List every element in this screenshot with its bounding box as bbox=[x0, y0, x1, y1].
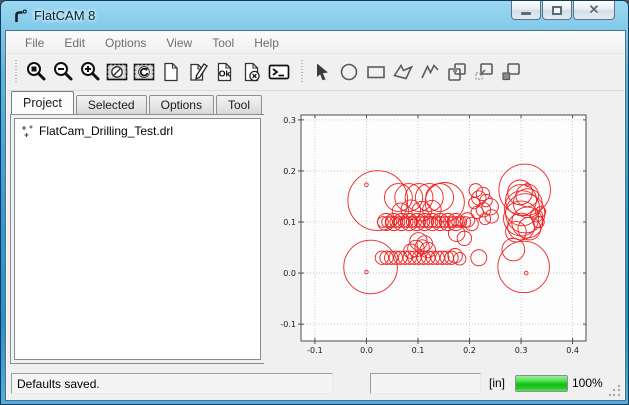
draw-rectangle-button[interactable] bbox=[362, 59, 389, 86]
draw-rectangle-icon bbox=[364, 60, 388, 84]
open-edit-icon bbox=[186, 60, 210, 84]
ok-button[interactable]: Ok bbox=[211, 59, 238, 86]
toolbar-drag-handle[interactable] bbox=[14, 60, 17, 84]
menu-view[interactable]: View bbox=[156, 33, 202, 53]
menu-edit[interactable]: Edit bbox=[54, 33, 95, 53]
status-message: Defaults saved. bbox=[17, 377, 100, 391]
copy-objects-icon bbox=[499, 60, 523, 84]
svg-text:0.2: 0.2 bbox=[283, 167, 296, 176]
select-arrow-icon bbox=[310, 60, 334, 84]
statusbar: Defaults saved. [in] 100% bbox=[7, 370, 624, 400]
svg-text:-0.1: -0.1 bbox=[307, 346, 323, 355]
shell-icon bbox=[267, 60, 291, 84]
svg-text:0.0: 0.0 bbox=[360, 346, 373, 355]
svg-text:-0.1: -0.1 bbox=[280, 320, 296, 329]
move-copy-button[interactable] bbox=[470, 59, 497, 86]
tab-project[interactable]: Project bbox=[11, 91, 74, 114]
tab-tool[interactable]: Tool bbox=[216, 95, 262, 114]
tree-item-label: FlatCam_Drilling_Test.drl bbox=[39, 124, 173, 138]
maximize-icon bbox=[552, 6, 562, 15]
draw-circle-button[interactable] bbox=[335, 59, 362, 86]
minimize-icon bbox=[521, 12, 531, 15]
menu-file[interactable]: File bbox=[15, 33, 54, 53]
window-title: FlatCAM 8 bbox=[34, 8, 95, 23]
draw-path-icon bbox=[418, 60, 442, 84]
open-edit-button[interactable] bbox=[184, 59, 211, 86]
svg-text:0.2: 0.2 bbox=[463, 346, 476, 355]
svg-text:0.3: 0.3 bbox=[283, 116, 296, 125]
select-arrow-button[interactable] bbox=[308, 59, 335, 86]
zoom-fit-button[interactable] bbox=[22, 59, 49, 86]
status-message-box: Defaults saved. bbox=[11, 373, 333, 394]
svg-text:0.1: 0.1 bbox=[412, 346, 425, 355]
minimize-button[interactable] bbox=[511, 1, 541, 20]
draw-path-button[interactable] bbox=[416, 59, 443, 86]
menu-tool[interactable]: Tool bbox=[202, 33, 244, 53]
svg-text:0.4: 0.4 bbox=[566, 346, 579, 355]
drill-marks-icon bbox=[21, 125, 34, 138]
delete-object-icon bbox=[240, 60, 264, 84]
flatcam-window: FlatCAM 8 ✕ File Edit Options View Tool … bbox=[0, 0, 629, 405]
status-aux-box bbox=[370, 373, 481, 394]
union-icon bbox=[445, 60, 469, 84]
move-copy-icon bbox=[472, 60, 496, 84]
zoom-out-button[interactable] bbox=[49, 59, 76, 86]
svg-text:0.0: 0.0 bbox=[283, 269, 296, 278]
shell-button[interactable] bbox=[265, 59, 292, 86]
svg-text:Ok: Ok bbox=[218, 69, 230, 79]
menubar: File Edit Options View Tool Help bbox=[7, 32, 624, 54]
plot-panel: -0.1 0.0 0.1 0.2 0.3 0.4 -0.1 0.0 0.1 0.2 0.3 bbox=[264, 93, 614, 369]
delete-object-button[interactable] bbox=[238, 59, 265, 86]
draw-circle-icon bbox=[337, 60, 361, 84]
tab-selected[interactable]: Selected bbox=[76, 95, 147, 114]
new-file-button[interactable] bbox=[157, 59, 184, 86]
menu-options[interactable]: Options bbox=[95, 33, 156, 53]
units-label[interactable]: [in] bbox=[489, 376, 505, 390]
progress-percent: 100% bbox=[572, 376, 603, 390]
ok-icon: Ok bbox=[213, 60, 237, 84]
draw-polygon-button[interactable] bbox=[389, 59, 416, 86]
copy-objects-button[interactable] bbox=[497, 59, 524, 86]
resize-grip-icon[interactable] bbox=[609, 385, 621, 397]
zoom-out-icon bbox=[51, 60, 75, 84]
svg-text:0.1: 0.1 bbox=[283, 218, 296, 227]
maximize-button[interactable] bbox=[542, 1, 572, 20]
draw-polygon-icon bbox=[391, 60, 415, 84]
zoom-in-icon bbox=[78, 60, 102, 84]
window-content: File Edit Options View Tool Help bbox=[5, 30, 626, 401]
clear-plot-button[interactable] bbox=[103, 59, 130, 86]
clear-plot-icon bbox=[105, 60, 129, 84]
flatcam-logo-icon bbox=[12, 8, 28, 24]
close-button[interactable]: ✕ bbox=[573, 1, 615, 20]
progress-fill bbox=[516, 376, 567, 391]
replot-button[interactable] bbox=[130, 59, 157, 86]
titlebar[interactable]: FlatCAM 8 ✕ bbox=[1, 1, 628, 30]
zoom-fit-icon bbox=[24, 60, 48, 84]
replot-icon bbox=[132, 60, 156, 84]
progress-bar bbox=[515, 375, 568, 392]
toolbar: Ok bbox=[7, 54, 624, 91]
svg-text:0.3: 0.3 bbox=[515, 346, 528, 355]
tab-options[interactable]: Options bbox=[149, 95, 214, 114]
project-tree: FlatCam_Drilling_Test.drl bbox=[14, 118, 261, 360]
union-button[interactable] bbox=[443, 59, 470, 86]
project-panel: FlatCam_Drilling_Test.drl bbox=[10, 114, 265, 364]
draw-toolbar-drag-handle[interactable] bbox=[300, 60, 303, 84]
zoom-in-button[interactable] bbox=[76, 59, 103, 86]
new-file-icon bbox=[159, 60, 183, 84]
menu-help[interactable]: Help bbox=[244, 33, 289, 53]
tree-item-drill-file[interactable]: FlatCam_Drilling_Test.drl bbox=[19, 124, 256, 138]
close-icon: ✕ bbox=[589, 2, 600, 18]
plot-canvas[interactable]: -0.1 0.0 0.1 0.2 0.3 0.4 -0.1 0.0 0.1 0.2 0.3 bbox=[264, 93, 614, 369]
